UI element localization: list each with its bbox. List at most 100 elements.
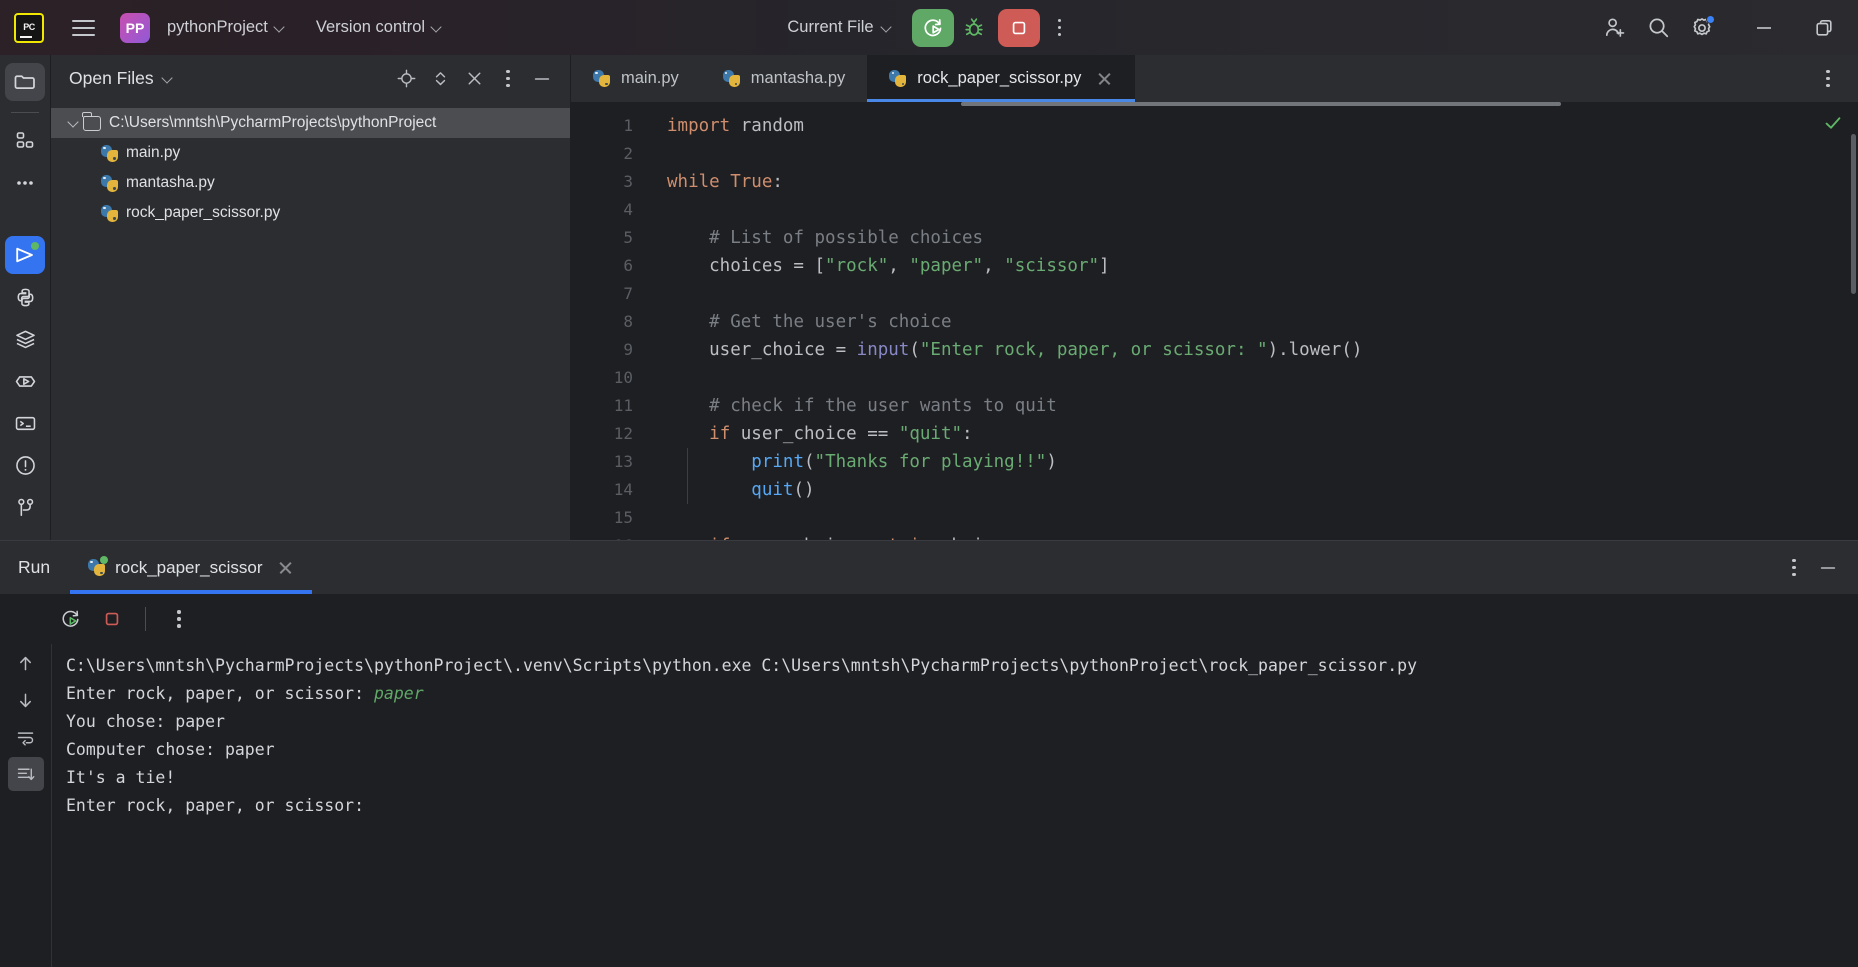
version-control-widget[interactable]: Version control	[308, 13, 451, 42]
sidebar-item-version-control[interactable]	[5, 488, 45, 526]
title-bar-right	[1594, 9, 1858, 47]
console-prompt-text: Enter rock, paper, or scissor:	[66, 684, 374, 703]
code-line: # List of possible choices	[709, 228, 984, 248]
code-editor[interactable]: 1 2 3 4 5 6 7 8 9 10 11 12 13 14 15 16	[571, 102, 1858, 540]
line-number: 4	[623, 200, 633, 219]
sidebar-item-problems[interactable]	[5, 446, 45, 484]
scroll-down-button[interactable]	[8, 683, 44, 717]
python-file-icon	[593, 70, 610, 87]
sidebar-item-services[interactable]	[5, 362, 45, 400]
tool-window-actions	[390, 64, 558, 94]
tree-item-main-py[interactable]: main.py	[51, 138, 570, 168]
rail-divider	[11, 112, 39, 113]
sidebar-item-project[interactable]	[5, 63, 45, 101]
editor-tab-mantasha-py[interactable]: mantasha.py	[701, 55, 867, 102]
console-line: Computer chose: paper	[66, 740, 275, 759]
run-more-options-button[interactable]	[1040, 9, 1080, 47]
close-icon[interactable]	[1096, 70, 1113, 87]
stop-button[interactable]	[997, 8, 1040, 47]
tool-window-options-button[interactable]	[492, 64, 524, 94]
folder-icon	[82, 112, 101, 131]
sidebar-item-database[interactable]	[5, 320, 45, 358]
stop-process-button[interactable]	[93, 601, 131, 637]
run-options-button[interactable]	[1778, 553, 1810, 583]
run-status-dot	[31, 242, 39, 250]
search-everywhere-button[interactable]	[1638, 9, 1678, 47]
inspection-status-icon[interactable]	[1822, 112, 1844, 134]
editor-code-text[interactable]: import random while True: # List of poss…	[649, 102, 1858, 540]
scroll-up-button[interactable]	[8, 646, 44, 680]
settings-button[interactable]	[1682, 9, 1722, 47]
run-configuration-selector[interactable]: Current File	[778, 13, 901, 42]
project-selector[interactable]: PP pythonProject	[120, 8, 294, 48]
more-vertical-icon	[1057, 18, 1062, 37]
project-badge: PP	[120, 12, 150, 43]
code-line: # check if the user wants to quit	[709, 396, 1057, 416]
tree-root-node[interactable]: C:\Users\mntsh\PycharmProjects\pythonPro…	[51, 108, 570, 138]
line-number: 12	[613, 424, 633, 443]
debug-button[interactable]	[954, 9, 994, 47]
editor-tab-main-py[interactable]: main.py	[571, 55, 701, 102]
tree-item-rock-paper-scissor-py[interactable]: rock_paper_scissor.py	[51, 198, 570, 228]
hide-tool-window-button[interactable]	[526, 64, 558, 94]
locate-target-button[interactable]	[390, 64, 422, 94]
line-number: 10	[613, 368, 633, 387]
title-bar: PC PP pythonProject Version control Curr…	[0, 0, 1858, 55]
editor-tab-actions	[1812, 55, 1858, 102]
sidebar-item-run[interactable]	[5, 236, 45, 274]
code-line: # Get the user's choice	[709, 312, 952, 332]
editor-line-number-gutter: 1 2 3 4 5 6 7 8 9 10 11 12 13 14 15 16	[571, 102, 649, 540]
close-icon[interactable]	[277, 559, 294, 576]
console-line-prompt: Enter rock, paper, or scissor: paper	[66, 680, 1858, 708]
sidebar-item-more-tool-windows[interactable]	[5, 164, 45, 202]
console-output[interactable]: C:\Users\mntsh\PycharmProjects\pythonPro…	[51, 644, 1858, 967]
python-run-icon	[88, 556, 109, 576]
editor-tab-rock-paper-scissor-py[interactable]: rock_paper_scissor.py	[867, 55, 1136, 102]
left-tool-rail	[0, 55, 51, 540]
more-vertical-icon	[1792, 558, 1796, 577]
collapse-all-button[interactable]	[458, 64, 490, 94]
python-file-icon	[722, 70, 740, 87]
tool-window-title[interactable]: Open Files	[69, 68, 174, 89]
run-tool-window-header: Run rock_paper_scissor	[0, 541, 1858, 594]
line-number: 14	[613, 480, 633, 499]
editor-tab-label: mantasha.py	[750, 69, 846, 87]
hamburger-line	[71, 26, 95, 29]
editor-vertical-scrollbar[interactable]	[1851, 134, 1856, 294]
chevron-down-icon	[275, 22, 286, 33]
line-number: 11	[613, 396, 633, 415]
line-number: 6	[623, 256, 633, 275]
expand-collapse-button[interactable]	[424, 64, 456, 94]
minimize-button[interactable]	[1744, 9, 1784, 47]
sidebar-item-terminal[interactable]	[5, 404, 45, 442]
soft-wrap-button[interactable]	[8, 720, 44, 754]
console-line: It's a tie!	[66, 768, 176, 787]
sidebar-item-python-packages[interactable]	[5, 278, 45, 316]
open-files-tree: C:\Users\mntsh\PycharmProjects\pythonPro…	[51, 102, 570, 228]
hide-run-panel-button[interactable]	[1812, 553, 1844, 583]
tree-item-mantasha-py[interactable]: mantasha.py	[51, 168, 570, 198]
python-file-icon	[101, 144, 118, 162]
line-number: 7	[623, 284, 633, 303]
scroll-to-end-button[interactable]	[7, 757, 44, 791]
sidebar-item-structure[interactable]	[5, 122, 45, 160]
run-toolbar-more-button[interactable]	[160, 601, 198, 637]
main-body: Open Files C:\Users\mntsh\PycharmProject…	[0, 55, 1858, 540]
editor-tabs-options-button[interactable]	[1812, 64, 1844, 94]
tool-window-title-label: Open Files	[69, 68, 154, 88]
run-button[interactable]	[911, 8, 954, 47]
run-tab-rock-paper-scissor[interactable]: rock_paper_scissor	[70, 541, 312, 594]
restore-window-button[interactable]	[1804, 9, 1844, 47]
chevron-down-icon[interactable]	[63, 118, 83, 129]
python-file-icon	[101, 174, 118, 192]
run-tool-window: Run rock_paper_scissor C:\Users\mntsh\Py…	[0, 540, 1858, 967]
rerun-button[interactable]	[51, 601, 89, 637]
add-user-button[interactable]	[1594, 9, 1634, 47]
chevron-down-icon	[432, 22, 443, 33]
run-title-label: Run	[18, 557, 51, 577]
line-number: 8	[623, 312, 633, 331]
pycharm-logo-bar	[20, 35, 32, 38]
main-menu-button[interactable]	[66, 11, 100, 45]
